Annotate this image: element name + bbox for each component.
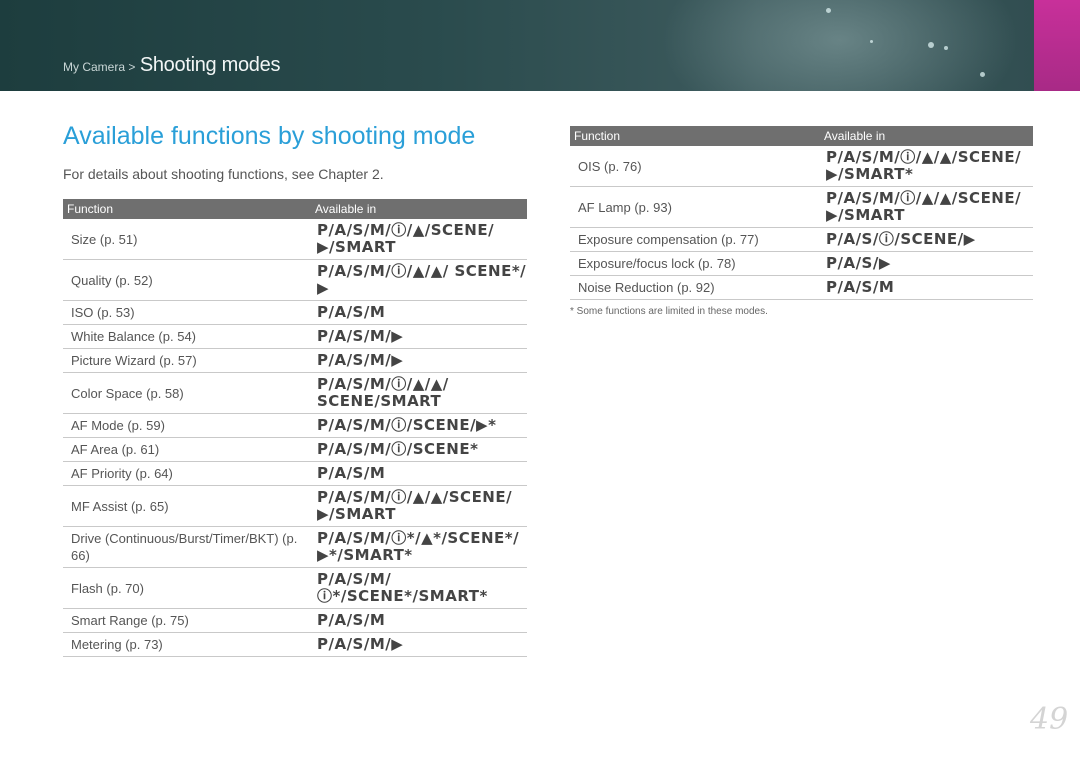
function-cell: AF Area (p. 61) [63,437,311,462]
function-cell: Drive (Continuous/Burst/Timer/BKT) (p. 6… [63,526,311,568]
functions-table-right: Function Available in OIS (p. 76) P/A/S/M… [570,126,1033,300]
table-row: AF Mode (p. 59) P/A/S/M/ⓘ/SCENE/▶* [63,413,527,438]
available-modes-cell: P/A/S/M/▶ [311,348,527,373]
breadcrumb-current: Shooting modes [139,54,281,76]
table-row: Flash (p. 70) P/A/S/M/ⓘ*/SCENE*/SMART* [63,567,527,609]
available-modes-cell: P/A/S/M/ⓘ*/SCENE*/SMART* [311,567,527,609]
table-body-right: OIS (p. 76) P/A/S/M/ⓘ/▲/▲/SCENE/ ▶/SMART*… [570,146,1033,300]
table-row: Smart Range (p. 75) P/A/S/M [63,608,527,633]
table-row: AF Priority (p. 64) P/A/S/M [63,461,527,486]
footnote: * Some functions are limited in these mo… [570,306,768,317]
banner-glow [660,0,1020,91]
function-cell: Flash (p. 70) [63,567,311,609]
available-modes-cell: P/A/S/M [311,461,527,486]
function-cell: Color Space (p. 58) [63,372,311,414]
banner-sparkle [826,8,831,13]
table-row: OIS (p. 76) P/A/S/M/ⓘ/▲/▲/SCENE/ ▶/SMART* [570,146,1033,187]
table-row: AF Area (p. 61) P/A/S/M/ⓘ/SCENE* [63,437,527,462]
banner-sparkle [944,46,948,50]
available-modes-cell: P/A/S/M/▶ [311,324,527,349]
table-body-left: Size (p. 51) P/A/S/M/ⓘ/▲/SCENE/ ▶/SMART Qu… [63,219,527,657]
table-row: Picture Wizard (p. 57) P/A/S/M/▶ [63,348,527,373]
available-modes-cell: P/A/S/M/ⓘ/▲/▲/SCENE/ ▶/SMART [820,186,1033,228]
function-cell: Exposure/focus lock (p. 78) [570,251,820,276]
available-modes-cell: P/A/S/M/▶ [311,632,527,657]
function-cell: Size (p. 51) [63,219,311,260]
intro-text: For details about shooting functions, se… [63,166,384,182]
banner-sparkle [980,72,985,77]
available-column-header: Available in [820,126,1033,146]
table-row: Size (p. 51) P/A/S/M/ⓘ/▲/SCENE/ ▶/SMART [63,219,527,260]
table-row: Color Space (p. 58) P/A/S/M/ⓘ/▲/▲/ SCENE/… [63,372,527,414]
table-row: Noise Reduction (p. 92) P/A/S/M [570,275,1033,300]
banner-sparkle [870,40,873,43]
breadcrumb: My Camera > Shooting modes [63,54,280,77]
table-header-row: Function Available in [570,126,1033,146]
table-row: Exposure/focus lock (p. 78) P/A/S/▶ [570,251,1033,276]
table-row: Quality (p. 52) P/A/S/M/ⓘ/▲/▲/ SCENE*/▶ [63,259,527,301]
table-row: MF Assist (p. 65) P/A/S/M/ⓘ/▲/▲/SCENE/ ▶/… [63,485,527,527]
available-modes-cell: P/A/S/M/ⓘ/▲/▲/SCENE/ ▶/SMART* [820,146,1033,187]
table-row: Metering (p. 73) P/A/S/M/▶ [63,632,527,657]
function-cell: MF Assist (p. 65) [63,485,311,527]
function-cell: AF Mode (p. 59) [63,413,311,438]
function-column-header: Function [570,126,820,146]
available-column-header: Available in [311,199,527,219]
function-cell: AF Priority (p. 64) [63,461,311,486]
chapter-tab [1034,0,1080,91]
available-modes-cell: P/A/S/M/ⓘ/▲/▲/ SCENE/SMART [311,372,527,414]
table-row: Exposure compensation (p. 77) P/A/S/ⓘ/SCE… [570,227,1033,252]
function-cell: Exposure compensation (p. 77) [570,227,820,252]
function-cell: Quality (p. 52) [63,259,311,301]
available-modes-cell: P/A/S/ⓘ/SCENE/▶ [820,227,1033,252]
available-modes-cell: P/A/S/M/ⓘ/SCENE/▶* [311,413,527,438]
banner-sparkle [928,42,934,48]
table-row: AF Lamp (p. 93) P/A/S/M/ⓘ/▲/▲/SCENE/ ▶/SM… [570,186,1033,228]
available-modes-cell: P/A/S/M/ⓘ/▲/▲/ SCENE*/▶ [311,259,527,301]
function-cell: Metering (p. 73) [63,632,311,657]
available-modes-cell: P/A/S/M/ⓘ*/▲*/SCENE*/ ▶*/SMART* [311,526,527,568]
function-cell: White Balance (p. 54) [63,324,311,349]
function-cell: Picture Wizard (p. 57) [63,348,311,373]
function-cell: Noise Reduction (p. 92) [570,275,820,300]
function-column-header: Function [63,199,311,219]
function-cell: Smart Range (p. 75) [63,608,311,633]
available-modes-cell: P/A/S/M/ⓘ/SCENE* [311,437,527,462]
function-cell: AF Lamp (p. 93) [570,186,820,228]
table-row: White Balance (p. 54) P/A/S/M/▶ [63,324,527,349]
available-modes-cell: P/A/S/M [311,608,527,633]
function-cell: OIS (p. 76) [570,146,820,187]
table-row: Drive (Continuous/Burst/Timer/BKT) (p. 6… [63,526,527,568]
page-title: Available functions by shooting mode [63,122,476,150]
available-modes-cell: P/A/S/M [820,275,1033,300]
functions-table-left: Function Available in Size (p. 51) P/A/S/… [63,199,527,657]
breadcrumb-parent: My Camera > [63,60,136,74]
header-banner: My Camera > Shooting modes [0,0,1080,91]
table-row: ISO (p. 53) P/A/S/M [63,300,527,325]
available-modes-cell: P/A/S/M/ⓘ/▲/SCENE/ ▶/SMART [311,219,527,260]
page-number: 49 [1030,702,1069,737]
available-modes-cell: P/A/S/M/ⓘ/▲/▲/SCENE/ ▶/SMART [311,485,527,527]
available-modes-cell: P/A/S/M [311,300,527,325]
table-header-row: Function Available in [63,199,527,219]
available-modes-cell: P/A/S/▶ [820,251,1033,276]
function-cell: ISO (p. 53) [63,300,311,325]
